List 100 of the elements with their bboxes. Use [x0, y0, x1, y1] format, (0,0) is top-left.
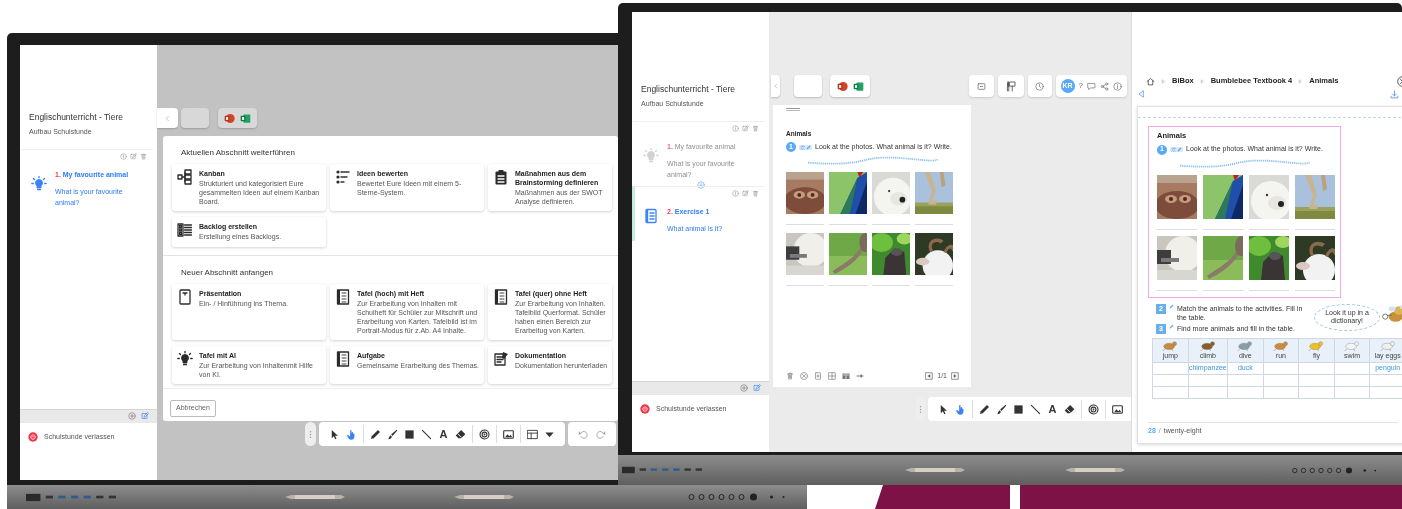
pencil-icon	[1169, 323, 1174, 329]
table-cell	[1263, 386, 1299, 399]
pointer-icon	[329, 428, 340, 440]
section-heading: Neuer Abschnitt anfangen	[181, 266, 275, 279]
info-icon[interactable]	[1113, 81, 1122, 91]
edit-icon[interactable]	[753, 384, 761, 392]
add-icon[interactable]	[740, 384, 748, 392]
hand-icon	[955, 403, 966, 415]
info-icon[interactable]	[732, 125, 739, 133]
layout-icon	[527, 428, 538, 440]
edit-icon[interactable]	[742, 190, 749, 198]
table-cell	[1152, 386, 1189, 399]
lightbulb-icon	[177, 351, 193, 368]
pencil-icon	[1177, 147, 1182, 152]
square-icon	[1013, 403, 1024, 415]
answer-line	[915, 224, 953, 226]
lesson-title: Englischunterricht - Tiere	[29, 111, 124, 124]
kanban-icon	[177, 169, 193, 185]
home-icon[interactable]	[1146, 76, 1155, 86]
image-icon	[503, 428, 514, 440]
next-page-icon[interactable]	[951, 371, 959, 380]
edit-icon[interactable]	[742, 125, 749, 133]
tablet-icon	[177, 288, 193, 305]
edit-icon[interactable]	[130, 153, 137, 161]
target-icon	[1088, 403, 1099, 415]
backlog-icon	[177, 222, 193, 239]
image-icon	[1112, 403, 1123, 415]
insert-icon[interactable]	[696, 181, 705, 190]
brush-icon	[387, 428, 398, 440]
office-button[interactable]	[218, 108, 257, 128]
lightbulb-icon	[31, 176, 47, 193]
redo-icon	[595, 428, 606, 440]
answer-line	[829, 224, 867, 226]
table-cell	[1263, 374, 1299, 387]
download-icon[interactable]	[1390, 90, 1399, 99]
info-icon[interactable]	[732, 190, 739, 198]
comment-icon[interactable]	[1087, 81, 1096, 91]
pen-icon	[979, 403, 990, 415]
add-page-icon[interactable]	[814, 371, 822, 380]
book-icon[interactable]	[842, 371, 850, 380]
list-icon	[335, 169, 351, 185]
answer-line	[786, 285, 824, 287]
table-cell	[1188, 386, 1228, 399]
brush-icon	[996, 403, 1007, 415]
text-tool[interactable]: A	[1045, 400, 1060, 418]
screen-icon	[976, 81, 986, 91]
office-button[interactable]	[830, 75, 870, 97]
stylus-drawing[interactable]	[285, 494, 345, 500]
lesson-title: Englischunterricht - Tiere	[641, 83, 736, 96]
pencil-icon	[1169, 303, 1174, 309]
chevron-icon	[772, 83, 779, 89]
stylus-drawing[interactable]	[905, 467, 965, 473]
chevron-icon	[1161, 78, 1166, 84]
info-icon[interactable]	[120, 153, 127, 161]
table-cell	[1188, 374, 1228, 387]
answer-line	[1203, 289, 1243, 291]
stylus-drawing[interactable]	[453, 494, 515, 500]
trash-icon[interactable]	[752, 125, 759, 133]
chevron-icon	[1199, 78, 1205, 84]
undo-icon	[578, 428, 589, 440]
animal-drawing	[1378, 340, 1397, 352]
clock-icon	[1035, 81, 1045, 91]
timer-button[interactable]	[1027, 75, 1052, 97]
presenter-icon	[1005, 80, 1017, 92]
animal-drawing	[1307, 340, 1326, 352]
table-cell	[1152, 374, 1189, 387]
answer-line	[1249, 289, 1289, 291]
stylus-drawing[interactable]	[1065, 467, 1125, 473]
answer-line	[1157, 289, 1197, 291]
grid-icon[interactable]	[828, 371, 836, 380]
screen-button[interactable]	[968, 75, 994, 97]
table-cell	[1227, 386, 1264, 399]
animal-drawing	[1161, 340, 1180, 352]
trash-icon[interactable]	[140, 153, 147, 161]
trash-icon[interactable]	[786, 371, 794, 380]
line-icon	[1030, 403, 1041, 415]
trash-icon[interactable]	[752, 190, 759, 198]
document-icon	[493, 351, 509, 368]
animal-drawing	[1236, 340, 1255, 352]
hand-icon	[346, 428, 357, 440]
table-cell	[1334, 386, 1370, 399]
notebook-icon	[335, 351, 351, 368]
presenter-button[interactable]	[997, 75, 1024, 97]
edit-icon[interactable]	[141, 412, 149, 420]
drag-handle[interactable]	[305, 422, 316, 447]
table-cell	[1298, 374, 1335, 387]
table-cell	[1334, 374, 1370, 387]
pointer-icon	[938, 403, 949, 415]
lightbulb-icon	[643, 148, 659, 165]
text-tool[interactable]: A	[436, 425, 451, 444]
table-cell	[1227, 374, 1264, 387]
add-icon[interactable]	[128, 412, 136, 420]
share-icon[interactable]	[1100, 81, 1109, 91]
power-icon	[640, 403, 650, 414]
chevron-icon	[1298, 78, 1304, 84]
back-icon[interactable]	[1137, 90, 1145, 98]
clipboard-icon	[493, 169, 509, 185]
help-button[interactable]: ?	[1078, 80, 1083, 92]
target-icon	[479, 428, 490, 440]
previous-page-icon[interactable]	[925, 371, 934, 380]
